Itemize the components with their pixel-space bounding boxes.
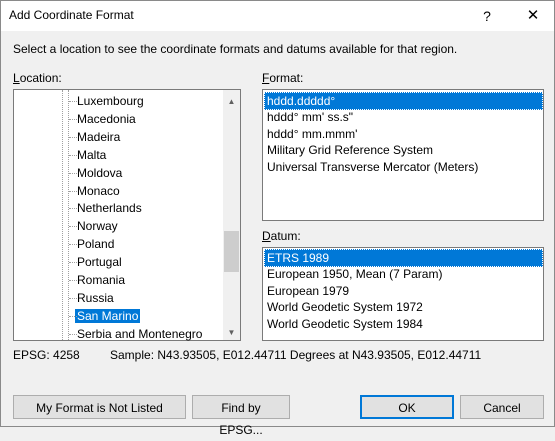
- datum-item[interactable]: World Geodetic System 1984: [267, 315, 543, 333]
- location-item[interactable]: Portugal: [69, 253, 122, 271]
- tree-branch-line: [69, 208, 77, 210]
- format-item[interactable]: hddd° mm.mmm': [267, 125, 543, 143]
- datum-label: Datum:: [262, 229, 301, 243]
- scroll-thumb[interactable]: [224, 231, 239, 272]
- tree-guide-line: [68, 90, 69, 340]
- format-item-label: hddd° mm' ss.s": [267, 110, 354, 125]
- scroll-down-icon[interactable]: ▼: [223, 324, 240, 341]
- location-item-label: Portugal: [77, 255, 122, 270]
- datum-item[interactable]: ETRS 1989: [264, 249, 543, 267]
- datum-item-label: World Geodetic System 1984: [267, 316, 423, 331]
- tree-branch-line: [69, 333, 77, 335]
- ok-button[interactable]: OK: [360, 395, 454, 419]
- dialog-title: Add Coordinate Format: [9, 8, 134, 22]
- cancel-button[interactable]: Cancel: [460, 395, 544, 419]
- location-item-label: Monaco: [77, 183, 120, 198]
- location-item-label: Madeira: [77, 129, 121, 144]
- tree-branch-line: [69, 262, 77, 264]
- format-item[interactable]: hddd.ddddd°: [264, 92, 543, 110]
- location-tree[interactable]: Luxembourg Macedonia Madeira Malta Moldova Mo…: [13, 89, 241, 341]
- location-item[interactable]: Luxembourg: [69, 92, 144, 110]
- location-item[interactable]: Serbia and Montenegro: [69, 325, 203, 343]
- location-item-label: Malta: [77, 147, 107, 162]
- location-item[interactable]: Malta: [69, 146, 107, 164]
- format-item[interactable]: Universal Transverse Mercator (Meters): [267, 158, 543, 176]
- tree-branch-line: [69, 315, 77, 317]
- help-icon[interactable]: ?: [467, 1, 507, 31]
- format-list[interactable]: hddd.ddddd° hddd° mm' ss.s" hddd° mm.mmm' M…: [262, 89, 544, 221]
- format-item-label: hddd° mm.mmm': [267, 126, 358, 141]
- location-item-label: Macedonia: [77, 111, 136, 126]
- location-item[interactable]: Macedonia: [69, 110, 136, 128]
- location-item[interactable]: Netherlands: [69, 199, 142, 217]
- datum-list[interactable]: ETRS 1989 European 1950, Mean (7 Param) Eu…: [262, 247, 544, 341]
- location-label: Location:: [13, 71, 62, 85]
- tree-branch-line: [69, 172, 77, 174]
- location-item-label: Netherlands: [77, 201, 142, 216]
- location-item-label: Luxembourg: [77, 94, 144, 108]
- datum-item-label: European 1979: [267, 283, 350, 298]
- format-not-listed-button[interactable]: My Format is Not Listed: [13, 395, 186, 419]
- location-item[interactable]: Madeira: [69, 128, 121, 146]
- dialog-window: Add Coordinate Format ? ✕ Select a locat…: [0, 0, 555, 437]
- format-item-label: Universal Transverse Mercator (Meters): [267, 159, 479, 174]
- tree-branch-line: [69, 154, 77, 156]
- datum-item-label: ETRS 1989: [267, 251, 330, 265]
- location-item[interactable]: Russia: [69, 289, 114, 307]
- location-item[interactable]: Monaco: [69, 182, 120, 200]
- tree-branch-line: [69, 101, 77, 102]
- close-icon[interactable]: ✕: [513, 1, 553, 31]
- tree-branch-line: [69, 226, 77, 228]
- tree-guide-line: [62, 90, 63, 340]
- tree-branch-line: [69, 118, 77, 120]
- location-item-label: San Marino: [75, 308, 141, 323]
- format-item[interactable]: Military Grid Reference System: [267, 141, 543, 159]
- location-item-label: Serbia and Montenegro: [77, 326, 203, 341]
- location-item[interactable]: Romania: [69, 271, 126, 289]
- location-item[interactable]: San Marino: [69, 307, 141, 325]
- format-item-label: hddd.ddddd°: [267, 94, 336, 108]
- epsg-code: EPSG: 4258: [13, 348, 80, 362]
- title-bar: Add Coordinate Format ? ✕: [1, 1, 554, 31]
- location-item[interactable]: Norway: [69, 217, 118, 235]
- location-item-label: Norway: [77, 219, 118, 234]
- datum-item-label: European 1950, Mean (7 Param): [267, 267, 443, 282]
- format-item-label: Military Grid Reference System: [267, 143, 434, 158]
- location-item-label: Romania: [77, 273, 126, 287]
- tree-branch-line: [69, 297, 77, 299]
- tree-branch-line: [69, 136, 77, 138]
- datum-item[interactable]: World Geodetic System 1972: [267, 298, 543, 316]
- sample-text: Sample: N43.93505, E012.44711 Degrees at…: [110, 348, 482, 362]
- scroll-up-icon[interactable]: ▲: [223, 93, 240, 110]
- tree-branch-line: [69, 190, 77, 192]
- location-item-label: Moldova: [77, 165, 123, 180]
- instructions-text: Select a location to see the coordinate …: [13, 42, 458, 56]
- tree-branch-line: [69, 280, 77, 281]
- location-item[interactable]: Moldova: [69, 164, 123, 182]
- location-scrollbar[interactable]: ▲ ▼: [223, 90, 240, 340]
- location-item[interactable]: Poland: [69, 235, 115, 253]
- datum-item-label: World Geodetic System 1972: [267, 300, 423, 315]
- find-by-epsg-button[interactable]: Find by EPSG...: [192, 395, 290, 437]
- location-item-label: Russia: [77, 290, 114, 305]
- format-item[interactable]: hddd° mm' ss.s": [267, 108, 543, 126]
- location-item-label: Poland: [77, 237, 115, 252]
- datum-item[interactable]: European 1979: [267, 282, 543, 300]
- datum-item[interactable]: European 1950, Mean (7 Param): [267, 265, 543, 283]
- tree-branch-line: [69, 244, 77, 246]
- format-label: Format:: [262, 71, 304, 85]
